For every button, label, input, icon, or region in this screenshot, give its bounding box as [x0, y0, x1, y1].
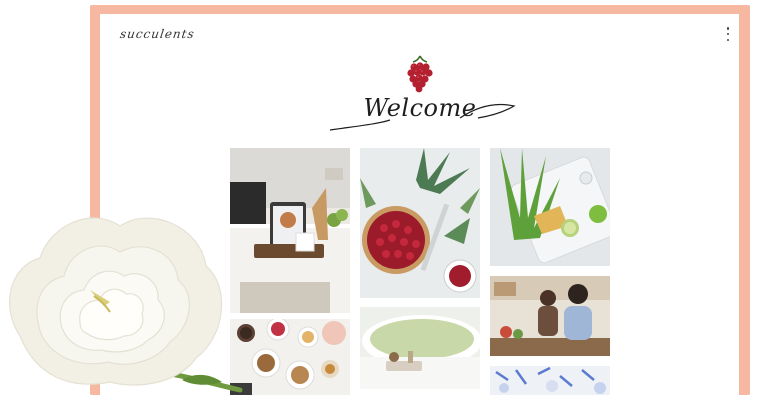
herbs-tray-photo[interactable] — [490, 148, 610, 266]
bath-tub-photo[interactable] — [360, 307, 480, 389]
welcome-heading: Welcome — [363, 94, 477, 122]
berry-tart-photo[interactable] — [360, 148, 480, 298]
site-logo[interactable]: succulents — [119, 27, 196, 41]
blue-tableware-photo[interactable] — [490, 366, 610, 395]
berries-illustration — [407, 55, 433, 93]
women-cooking-photo[interactable] — [490, 276, 610, 356]
more-vertical-icon[interactable] — [725, 27, 731, 41]
white-rose-illustration — [9, 217, 243, 393]
